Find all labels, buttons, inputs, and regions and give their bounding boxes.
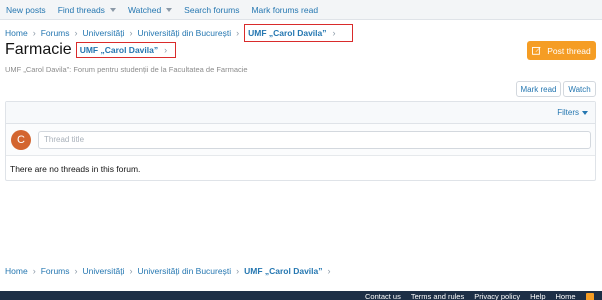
bottom-breadcrumb: Home › Forums › Universități › Universit… [5, 266, 336, 276]
nav-label: Mark forums read [251, 4, 319, 15]
chevron-right-icon: › [327, 266, 331, 276]
mark-read-label: Mark read [520, 84, 557, 94]
breadcrumb-universitati[interactable]: Universități [83, 266, 125, 276]
chevron-right-icon: › [129, 266, 133, 276]
chevron-right-icon: › [74, 28, 78, 38]
breadcrumb-universitati-bucuresti[interactable]: Universități din București [138, 28, 232, 38]
parent-forum-link[interactable]: UMF „Carol Davila” [80, 45, 158, 55]
breadcrumb-universitati[interactable]: Universități [83, 28, 125, 38]
chevron-right-icon: › [129, 28, 133, 38]
breadcrumb-current[interactable]: UMF „Carol Davila” [244, 266, 322, 276]
thread-list-panel: Filters C There are no threads in this f… [5, 101, 596, 181]
breadcrumb: Home › Forums › Universități › Universit… [5, 24, 353, 42]
nav-mark-forums-read[interactable]: Mark forums read [251, 5, 318, 15]
avatar[interactable]: C [11, 129, 31, 150]
nav-watched[interactable]: Watched [127, 4, 173, 15]
chevron-down-icon [166, 7, 173, 12]
chevron-right-icon: › [74, 266, 78, 276]
chevron-right-icon: › [164, 45, 168, 55]
footer-links: Contact us Terms and rules Privacy polic… [365, 292, 594, 300]
thread-title-input[interactable] [38, 130, 591, 149]
highlight-box: UMF „Carol Davila” › [75, 42, 177, 58]
footer-home-link[interactable]: Home [556, 292, 576, 300]
nav-label: Find threads [57, 4, 105, 15]
breadcrumb-universitati-bucuresti[interactable]: Universități din București [138, 266, 232, 276]
avatar-letter: C [17, 133, 25, 146]
footer-help-link[interactable]: Help [530, 292, 545, 300]
breadcrumb-home[interactable]: Home [5, 28, 28, 38]
chevron-down-icon [109, 7, 116, 12]
chevron-right-icon: › [32, 266, 36, 276]
chevron-right-icon: › [332, 28, 336, 38]
filters-label: Filters [557, 108, 579, 117]
highlight-box: UMF „Carol Davila” › [244, 24, 353, 42]
chevron-right-icon: › [32, 28, 36, 38]
nav-label: Search forums [184, 4, 240, 15]
footer-contact-link[interactable]: Contact us [365, 292, 401, 300]
footer-privacy-link[interactable]: Privacy policy [474, 292, 520, 300]
nav-find-threads[interactable]: Find threads [58, 5, 116, 15]
watch-button[interactable]: Watch [563, 81, 596, 97]
footer: Contact us Terms and rules Privacy polic… [0, 291, 602, 300]
post-thread-label: Post thread [547, 45, 591, 56]
empty-state-message: There are no threads in this forum. [10, 163, 141, 174]
page-title: Farmacie [5, 41, 72, 58]
breadcrumb-home[interactable]: Home [5, 266, 28, 276]
nav-search-forums[interactable]: Search forums [184, 5, 239, 15]
filters-button[interactable]: Filters [557, 108, 588, 117]
breadcrumb-forums[interactable]: Forums [41, 266, 70, 276]
watch-label: Watch [568, 84, 591, 94]
sub-navigation: New posts Find threads Watched Search fo… [0, 0, 602, 20]
nav-new-posts[interactable]: New posts [6, 5, 46, 15]
title-row: Farmacie UMF „Carol Davila” › [5, 41, 177, 59]
forum-description: UMF „Carol Davila”: Forum pentru studenț… [5, 65, 248, 74]
quick-thread-composer: C [6, 124, 595, 156]
chevron-right-icon: › [236, 28, 240, 38]
filters-bar: Filters [6, 102, 595, 124]
footer-terms-link[interactable]: Terms and rules [411, 292, 464, 300]
nav-label: Watched [127, 4, 162, 15]
breadcrumb-forums[interactable]: Forums [41, 28, 70, 38]
edit-icon [532, 46, 541, 55]
mark-read-button[interactable]: Mark read [516, 81, 561, 97]
nav-label: New posts [6, 4, 46, 15]
chevron-down-icon [582, 110, 588, 115]
post-thread-button[interactable]: Post thread [527, 41, 596, 60]
breadcrumb-current[interactable]: UMF „Carol Davila” [248, 28, 326, 38]
rss-icon[interactable] [585, 292, 594, 300]
chevron-right-icon: › [236, 266, 240, 276]
